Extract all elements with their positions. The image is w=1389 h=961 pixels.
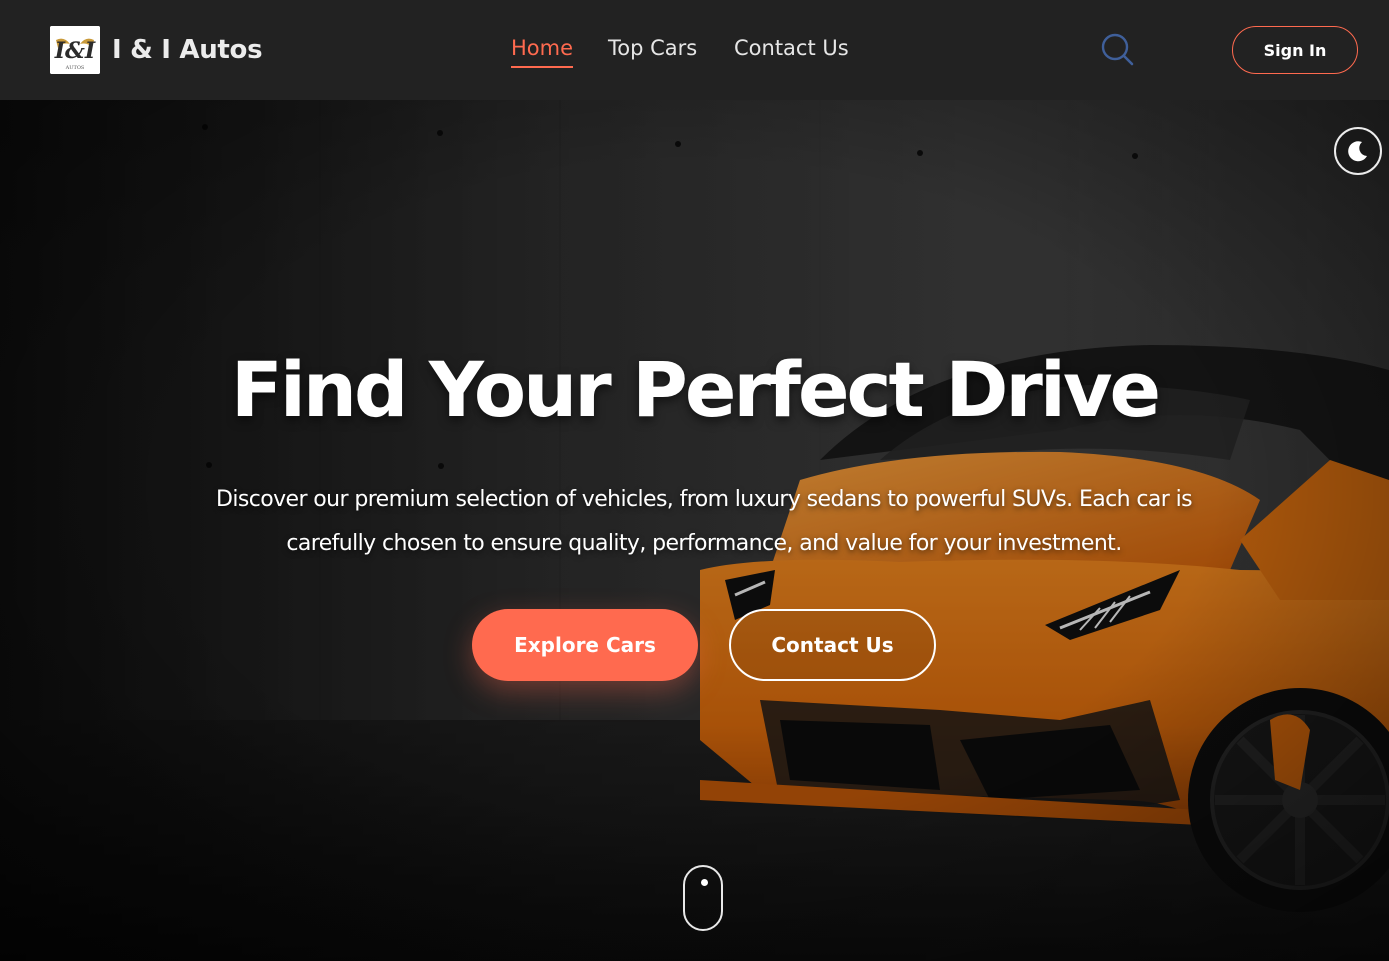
brand-name[interactable]: I & I Autos [112, 30, 263, 70]
logo-icon[interactable]: I&I AUTOS [50, 26, 100, 74]
nav-top-cars[interactable]: Top Cars [608, 32, 698, 68]
sign-in-button[interactable]: Sign In [1232, 26, 1358, 74]
mouse-scroll-icon[interactable] [683, 865, 723, 931]
site-header: I&I AUTOS I & I Autos Home Top Cars Cont… [0, 0, 1389, 100]
nav-contact-us[interactable]: Contact Us [734, 32, 849, 68]
moon-icon [1348, 141, 1367, 162]
svg-text:AUTOS: AUTOS [65, 65, 85, 71]
page: I&I AUTOS I & I Autos Home Top Cars Cont… [0, 0, 1389, 961]
nav-home[interactable]: Home [511, 32, 573, 68]
explore-cars-button[interactable]: Explore Cars [472, 609, 698, 681]
theme-toggle-button[interactable] [1334, 127, 1382, 175]
contact-us-button[interactable]: Contact Us [729, 609, 936, 681]
search-icon[interactable] [1099, 31, 1135, 67]
hero-description: Discover our premium selection of vehicl… [216, 487, 1193, 556]
svg-text:I&I: I&I [54, 38, 96, 64]
hero-title: Find Your Perfect Drive [230, 345, 1161, 434]
scroll-dot [701, 879, 708, 886]
hero-section: Find Your Perfect Drive Discover our pre… [0, 100, 1389, 961]
